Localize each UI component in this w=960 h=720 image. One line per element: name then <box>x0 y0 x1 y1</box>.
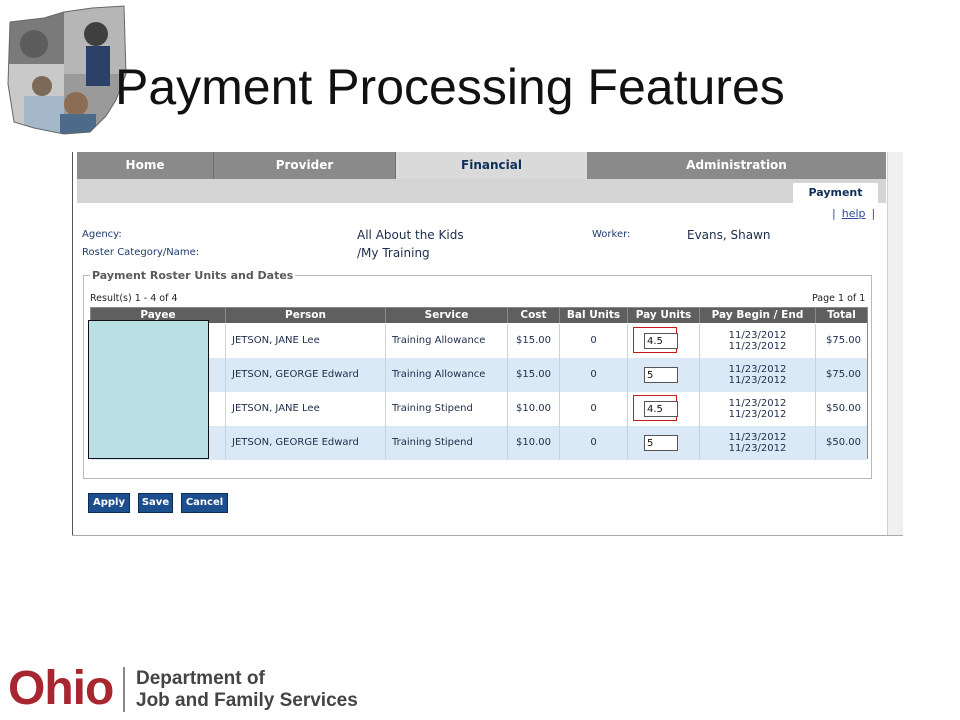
payee-redaction-box <box>88 320 209 459</box>
total-cell: $75.00 <box>826 369 861 380</box>
vertical-scrollbar[interactable] <box>887 152 903 536</box>
pay-dates-cell: 11/23/2012 11/23/2012 <box>700 324 816 358</box>
department-name: Department of Job and Family Services <box>136 668 358 712</box>
tab-administration[interactable]: Administration <box>587 152 886 179</box>
column-header-pay-begin-end: Pay Begin / End <box>700 308 816 323</box>
department-line-1: Department of <box>136 668 265 689</box>
service-cell: Training Stipend <box>386 426 508 460</box>
person-cell: JETSON, JANE Lee <box>226 324 386 358</box>
pay-dates-cell: 11/23/2012 11/23/2012 <box>700 358 816 392</box>
pay-dates-cell: 11/23/2012 11/23/2012 <box>700 426 816 460</box>
column-header-total: Total <box>827 309 856 321</box>
subtab-payment[interactable]: Payment <box>793 183 878 203</box>
pay-end-date: 11/23/2012 <box>728 341 787 352</box>
service-cell: Training Allowance <box>386 324 508 358</box>
bal-units-cell: 0 <box>560 324 628 358</box>
results-count: Result(s) 1 - 4 of 4 <box>90 293 178 304</box>
person-cell: JETSON, GEORGE Edward <box>226 426 386 460</box>
pay-units-input[interactable] <box>644 435 678 451</box>
pay-units-cell <box>628 426 700 460</box>
column-header-bal-units: Bal Units <box>560 308 628 323</box>
pay-end-date: 11/23/2012 <box>728 409 787 420</box>
agency-value: All About the Kids <box>357 228 464 242</box>
pay-begin-date: 11/23/2012 <box>728 330 787 341</box>
pay-units-input[interactable] <box>644 333 678 349</box>
roster-legend: Payment Roster Units and Dates <box>92 269 294 282</box>
pay-end-date: 11/23/2012 <box>728 375 787 386</box>
cost-cell: $15.00 <box>508 324 560 358</box>
total-cell: $50.00 <box>826 403 861 414</box>
roster-category-value: /My Training <box>357 246 430 260</box>
frame-edge <box>72 152 73 536</box>
save-button[interactable]: Save <box>138 493 173 513</box>
person-cell: JETSON, JANE Lee <box>226 392 386 426</box>
slide-title: Payment Processing Features <box>115 59 785 115</box>
total-cell: $75.00 <box>826 335 861 346</box>
column-header-person: Person <box>226 308 386 323</box>
page-indicator: Page 1 of 1 <box>812 293 866 304</box>
pay-units-cell <box>628 392 700 426</box>
help-link[interactable]: help <box>842 207 866 220</box>
tab-home[interactable]: Home <box>77 152 214 179</box>
total-cell: $50.00 <box>826 437 861 448</box>
cancel-button[interactable]: Cancel <box>181 493 228 513</box>
pay-begin-date: 11/23/2012 <box>728 398 787 409</box>
pay-begin-date: 11/23/2012 <box>728 432 787 443</box>
pay-end-date: 11/23/2012 <box>728 443 787 454</box>
logo-divider <box>123 667 125 712</box>
main-nav: Home Provider Financial Administration <box>77 152 886 179</box>
divider: | <box>871 207 876 220</box>
worker-label: Worker: <box>592 229 631 240</box>
agency-label: Agency: <box>82 229 122 240</box>
pay-begin-date: 11/23/2012 <box>728 364 787 375</box>
ohio-photo-logo <box>4 4 128 136</box>
pay-dates-cell: 11/23/2012 11/23/2012 <box>700 392 816 426</box>
app-window: Home Provider Financial Administration P… <box>72 152 903 536</box>
frame-edge <box>72 535 903 536</box>
help-links: | help | <box>832 207 875 220</box>
service-cell: Training Allowance <box>386 358 508 392</box>
apply-button[interactable]: Apply <box>88 493 130 513</box>
divider: | <box>832 207 836 220</box>
department-line-2: Job and Family Services <box>136 690 358 711</box>
column-header-cost: Cost <box>508 308 560 323</box>
bal-units-cell: 0 <box>560 392 628 426</box>
worker-value: Evans, Shawn <box>687 228 771 242</box>
roster-category-label: Roster Category/Name: <box>82 247 200 258</box>
pay-units-input[interactable] <box>644 401 678 417</box>
person-cell: JETSON, GEORGE Edward <box>226 358 386 392</box>
cost-cell: $10.00 <box>508 426 560 460</box>
tab-provider[interactable]: Provider <box>214 152 396 179</box>
service-cell: Training Stipend <box>386 392 508 426</box>
pay-units-input[interactable] <box>644 367 678 383</box>
column-header-pay-units: Pay Units <box>628 308 700 323</box>
cost-cell: $15.00 <box>508 358 560 392</box>
pay-units-cell <box>628 324 700 358</box>
pay-units-cell <box>628 358 700 392</box>
sub-nav: Payment <box>77 179 886 203</box>
bal-units-cell: 0 <box>560 358 628 392</box>
tab-financial[interactable]: Financial <box>396 152 587 179</box>
bal-units-cell: 0 <box>560 426 628 460</box>
column-header-service: Service <box>386 308 508 323</box>
ohio-logo-text: Ohio <box>8 662 114 715</box>
cost-cell: $10.00 <box>508 392 560 426</box>
